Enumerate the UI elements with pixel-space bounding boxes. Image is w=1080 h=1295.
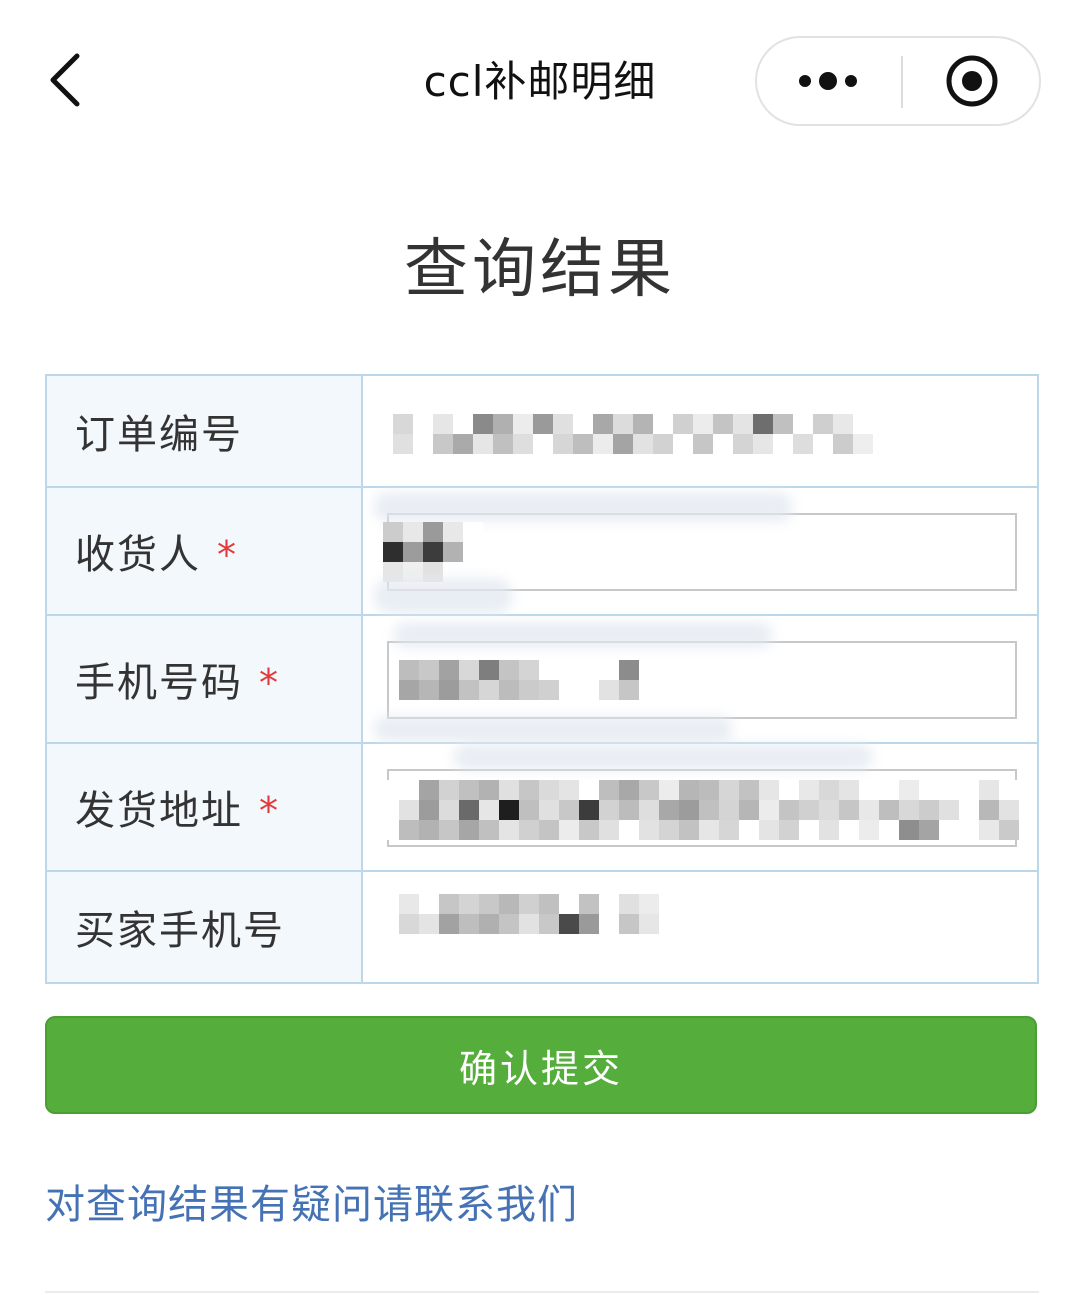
label-text: 买家手机号 [75, 908, 285, 954]
label-text: 收货人 [75, 532, 201, 578]
redacted-order-number [393, 414, 873, 454]
shipping-address-input[interactable] [387, 769, 1017, 847]
order-number-value [361, 374, 1039, 488]
label-text: 发货地址 [75, 788, 243, 834]
confirm-submit-button[interactable]: 确认提交 [45, 1016, 1037, 1114]
row-label: 订单编号 [45, 374, 363, 488]
required-mark: * [259, 789, 280, 833]
table-row: 手机号码 * [45, 614, 1039, 744]
row-label: 买家手机号 [45, 870, 363, 984]
phone-value [361, 614, 1039, 744]
consignee-value [361, 486, 1039, 616]
row-label: 收货人 * [45, 486, 363, 616]
mini-program-capsule [755, 36, 1041, 126]
more-button[interactable] [757, 38, 899, 124]
chevron-left-icon [50, 53, 80, 107]
required-mark: * [259, 661, 280, 705]
navigation-bar: ccl补邮明细 [0, 0, 1080, 160]
shipping-address-value [361, 742, 1039, 872]
order-info-table: 订单编号 收货人 * 手机号码 * 发货地址 * 买家手机号 [45, 374, 1039, 984]
nav-title: ccl补邮明细 [423, 57, 657, 106]
contact-us-link[interactable]: 对查询结果有疑问请联系我们 [45, 1172, 578, 1230]
more-dots-icon [799, 72, 857, 90]
consignee-input[interactable] [387, 513, 1017, 591]
label-text: 订单编号 [75, 412, 243, 458]
redaction-smear [453, 744, 873, 770]
back-button[interactable] [30, 40, 100, 120]
table-row: 订单编号 [45, 374, 1039, 488]
target-close-icon [946, 55, 998, 107]
close-mini-program-button[interactable] [903, 38, 1041, 124]
row-label: 发货地址 * [45, 742, 363, 872]
table-row: 收货人 * [45, 486, 1039, 616]
label-text: 手机号码 [75, 660, 243, 706]
required-mark: * [217, 533, 238, 577]
table-row: 发货地址 * [45, 742, 1039, 872]
phone-input[interactable] [387, 641, 1017, 719]
redacted-buyer-phone [399, 894, 659, 934]
buyer-phone-value [361, 870, 1039, 984]
row-label: 手机号码 * [45, 614, 363, 744]
redaction-smear [373, 716, 733, 742]
table-row: 买家手机号 [45, 870, 1039, 984]
bottom-divider [45, 1291, 1039, 1293]
page-title: 查询结果 [404, 233, 676, 307]
